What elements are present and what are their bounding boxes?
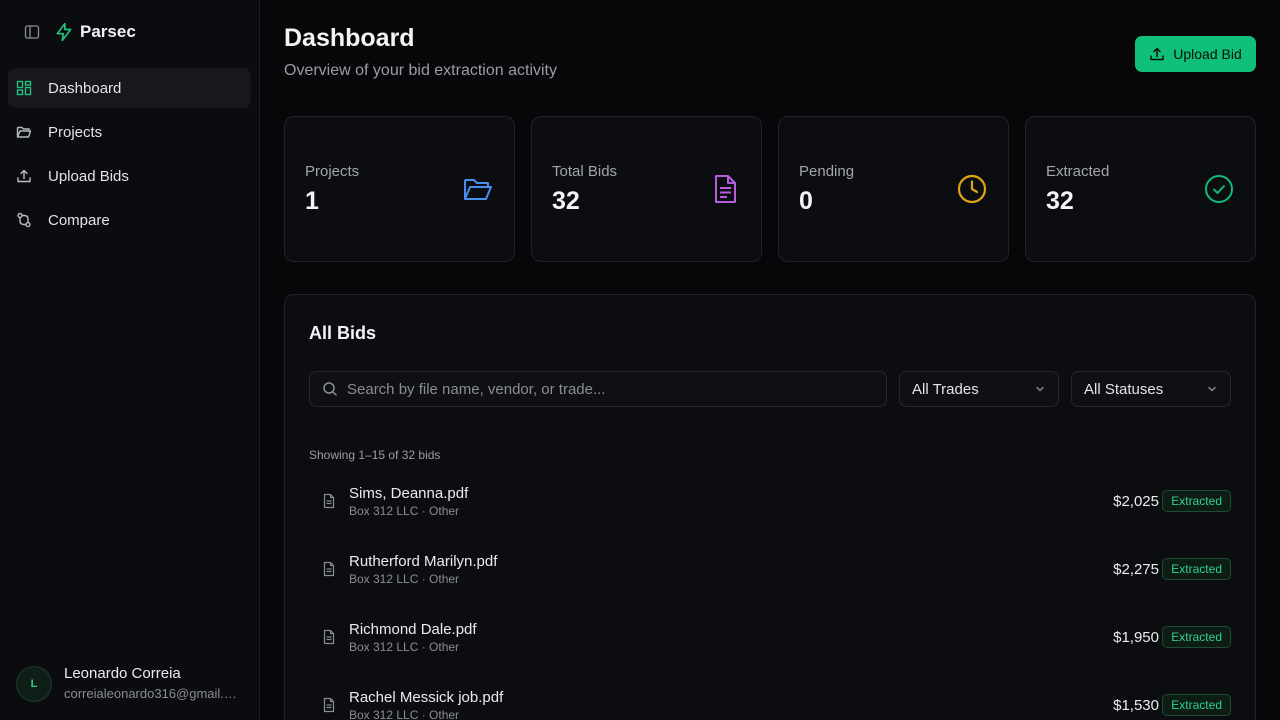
user-profile[interactable]: L Leonardo Correia correialeonardo316@gm… [16,664,248,704]
status-filter-value: All Statuses [1084,380,1164,398]
main-content: Dashboard Overview of your bid extractio… [260,0,1280,720]
bid-file-name: Richmond Dale.pdf [349,621,477,638]
trade-filter-select[interactable]: All Trades [899,371,1059,407]
avatar: L [16,666,52,702]
user-name: Leonardo Correia [64,665,181,682]
bid-amount: $1,950 [1113,629,1159,646]
sidebar-item-compare[interactable]: Compare [8,200,251,240]
search-box[interactable] [309,371,887,407]
bid-meta: Box 312 LLC · Other [349,640,460,654]
user-info: Leonardo Correia correialeonardo316@gmai… [64,664,240,704]
stat-label: Total Bids [552,163,618,180]
stat-label: Projects [305,163,360,180]
sidebar-item-label: Upload Bids [48,167,129,185]
file-text-icon [715,175,736,203]
sidebar: Parsec Dashboard Projects Upload Bids Co… [0,0,260,720]
status-badge: Extracted [1162,694,1231,716]
bid-file-name: Rutherford Marilyn.pdf [349,553,498,570]
sidebar-nav: Dashboard Projects Upload Bids Compare [8,68,251,244]
folder-open-icon [464,179,492,200]
stat-value: 1 [305,187,319,215]
folder-icon [16,124,32,140]
file-icon [323,697,335,713]
dashboard-icon [16,80,32,96]
chevron-down-icon [1036,386,1044,392]
clock-icon [957,174,987,204]
bids-title: All Bids [309,323,377,343]
sidebar-toggle-button[interactable] [16,16,48,48]
user-email: correialeonardo316@gmail.com [64,686,240,701]
stat-card-projects: Projects 1 [284,116,515,262]
upload-icon [1150,47,1164,61]
file-icon [323,493,335,509]
chevron-down-icon [1208,386,1216,392]
status-badge: Extracted [1162,558,1231,580]
stat-card-pending: Pending 0 [778,116,1009,262]
compare-icon [16,212,32,228]
stats-row: Projects 1 Total Bids 32 Pending 0 Extra… [284,116,1256,262]
bid-file-name: Sims, Deanna.pdf [349,485,469,502]
upload-bid-button[interactable]: Upload Bid [1135,36,1256,72]
file-icon [323,561,335,577]
search-icon [323,382,337,396]
page-subtitle: Overview of your bid extraction activity [284,62,557,79]
bid-meta: Box 312 LLC · Other [349,708,460,720]
sidebar-toggle-icon [24,25,40,39]
sidebar-item-label: Dashboard [48,79,122,97]
stat-value: 32 [552,187,580,215]
list-item[interactable]: Richmond Dale.pdf Box 312 LLC · Other $1… [309,603,1231,671]
results-count: Showing 1–15 of 32 bids [309,448,441,462]
sidebar-item-upload-bids[interactable]: Upload Bids [8,156,251,196]
sidebar-item-dashboard[interactable]: Dashboard [8,68,251,108]
sidebar-item-label: Projects [48,123,103,141]
brand: Parsec [16,16,136,48]
stat-value: 0 [799,187,813,215]
list-item[interactable]: Rutherford Marilyn.pdf Box 312 LLC · Oth… [309,535,1231,603]
file-icon [323,629,335,645]
bid-amount: $2,025 [1113,493,1159,510]
list-item[interactable]: Sims, Deanna.pdf Box 312 LLC · Other $2,… [309,467,1231,535]
bolt-icon [54,22,74,42]
all-bids-card: All Bids All Trades All Statuses Showing… [284,294,1256,720]
status-filter-select[interactable]: All Statuses [1071,371,1231,407]
check-circle-icon [1205,175,1233,203]
bid-meta: Box 312 LLC · Other [349,504,460,518]
status-badge: Extracted [1162,490,1231,512]
stat-card-total-bids: Total Bids 32 [531,116,762,262]
search-input[interactable] [347,380,867,398]
bid-file-name: Rachel Messick job.pdf [349,689,504,706]
sidebar-item-label: Compare [48,211,110,229]
stat-value: 32 [1046,187,1074,215]
stat-label: Pending [799,163,855,180]
stat-card-extracted: Extracted 32 [1025,116,1256,262]
page-title: Dashboard [284,24,415,52]
upload-bid-label: Upload Bid [1173,46,1242,62]
stat-label: Extracted [1046,163,1110,180]
upload-icon [16,168,32,184]
bid-meta: Box 312 LLC · Other [349,572,460,586]
status-badge: Extracted [1162,626,1231,648]
bid-amount: $1,530 [1113,697,1159,714]
app-name: Parsec [80,22,136,41]
trade-filter-value: All Trades [912,380,979,398]
bid-amount: $2,275 [1113,561,1159,578]
sidebar-item-projects[interactable]: Projects [8,112,251,152]
bid-list: Sims, Deanna.pdf Box 312 LLC · Other $2,… [309,467,1231,720]
list-item[interactable]: Rachel Messick job.pdf Box 312 LLC · Oth… [309,671,1231,720]
